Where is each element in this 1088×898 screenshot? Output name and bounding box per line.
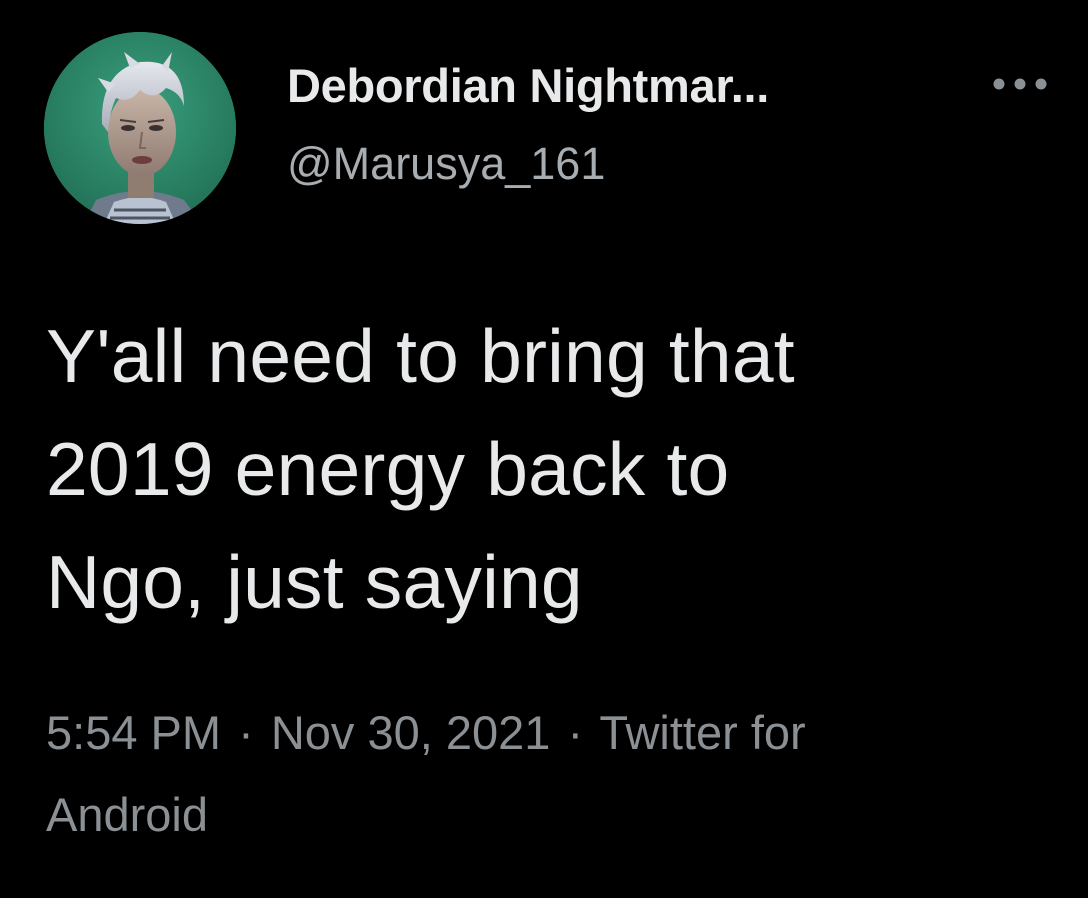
tweet-date[interactable]: Nov 30, 2021 <box>271 706 551 759</box>
tweet-text-line: Ngo, just saying <box>46 540 583 624</box>
display-name[interactable]: Debordian Nightmar... <box>287 58 769 113</box>
tweet-text-line: Y'all need to bring that <box>46 314 795 398</box>
tweet-source[interactable]: Twitter for <box>599 706 805 759</box>
tweet-text-line: 2019 energy back to <box>46 427 730 511</box>
tweet-text: Y'all need to bring that 2019 energy bac… <box>46 300 1046 639</box>
user-avatar[interactable] <box>44 32 236 224</box>
separator: · <box>238 706 254 759</box>
tweet-card: Debordian Nightmar... @Marusya_161 Y'all… <box>0 0 1088 898</box>
avatar-image <box>44 32 236 224</box>
separator: · <box>567 706 584 759</box>
more-horizontal-icon <box>993 78 1047 90</box>
tweet-time[interactable]: 5:54 PM <box>46 706 221 759</box>
user-handle[interactable]: @Marusya_161 <box>287 138 605 190</box>
tweet-metadata: 5:54 PM · Nov 30, 2021 · Twitter for And… <box>46 692 1046 856</box>
more-options-button[interactable] <box>980 62 1060 106</box>
tweet-source-continued[interactable]: Android <box>46 788 208 841</box>
